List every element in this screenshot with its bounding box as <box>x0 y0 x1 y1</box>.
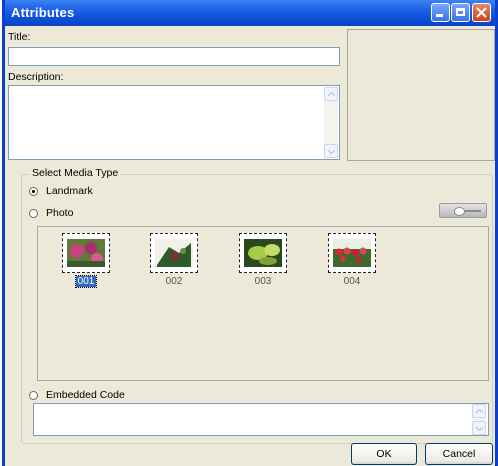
cancel-button[interactable]: Cancel <box>425 443 493 465</box>
thumbnail-frame <box>150 233 198 273</box>
radio-embedded-code[interactable]: Embedded Code <box>29 389 125 401</box>
thumbnail-002[interactable]: 002 <box>148 233 200 293</box>
attributes-dialog: Attributes Title: Description: Select Me… <box>2 0 498 466</box>
radio-photo[interactable]: Photo <box>29 207 73 219</box>
radio-embedded-code-label: Embedded Code <box>46 389 125 401</box>
scroll-up-button[interactable] <box>472 404 486 418</box>
toggle-bar-icon <box>465 210 481 212</box>
minimize-icon <box>436 14 443 17</box>
maximize-button[interactable] <box>451 3 470 22</box>
close-icon <box>476 7 487 18</box>
maximize-icon <box>456 8 465 16</box>
chevron-up-icon <box>328 92 335 97</box>
thumbnail-label: 001 <box>74 275 98 288</box>
radio-photo-label: Photo <box>46 207 74 219</box>
scroll-down-button[interactable] <box>472 421 486 435</box>
chevron-down-icon <box>476 426 483 431</box>
radio-indicator[interactable] <box>29 186 38 196</box>
thumbnail-001[interactable]: 001 <box>60 233 112 293</box>
media-type-group-label: Select Media Type <box>29 167 122 179</box>
radio-landmark-label: Landmark <box>46 185 93 197</box>
chevron-up-icon <box>476 409 483 414</box>
radio-indicator[interactable] <box>29 390 38 400</box>
media-preview-pane <box>347 29 495 161</box>
embedded-code-scrollbar[interactable] <box>472 404 486 435</box>
tulip-photo-icon <box>333 239 371 267</box>
description-textarea[interactable] <box>8 85 340 160</box>
thumbnail-003[interactable]: 003 <box>237 233 289 293</box>
ok-button[interactable]: OK <box>351 443 417 465</box>
minimize-button[interactable] <box>431 3 450 22</box>
leaf-photo-icon <box>244 239 282 267</box>
title-input[interactable] <box>8 47 340 66</box>
thumbnail-label: 003 <box>254 276 272 287</box>
scroll-up-button[interactable] <box>324 87 338 101</box>
description-label: Description: <box>8 71 64 83</box>
description-scrollbar[interactable] <box>324 87 338 158</box>
thumbnail-label: 004 <box>343 276 361 287</box>
thumbnail-004[interactable]: 004 <box>326 233 378 293</box>
close-button[interactable] <box>472 3 491 22</box>
flower-photo-icon <box>67 239 105 267</box>
foliage-photo-icon <box>155 239 193 267</box>
window-title: Attributes <box>11 5 75 20</box>
thumbnail-label: 002 <box>165 276 183 287</box>
thumbnail-frame <box>239 233 287 273</box>
radio-indicator[interactable] <box>29 208 38 218</box>
thumbnail-frame <box>62 233 110 273</box>
thumbnail-frame <box>328 233 376 273</box>
title-bar[interactable]: Attributes <box>5 0 495 26</box>
media-thumbnail-panel: 001 002 003 004 <box>37 226 489 381</box>
toggle-knob-icon <box>454 207 465 216</box>
scroll-down-button[interactable] <box>324 144 338 158</box>
title-label: Title: <box>8 31 31 43</box>
embedded-code-textarea[interactable] <box>33 403 489 436</box>
media-toggle-button[interactable] <box>439 203 487 218</box>
chevron-down-icon <box>328 149 335 154</box>
radio-landmark[interactable]: Landmark <box>29 185 93 197</box>
